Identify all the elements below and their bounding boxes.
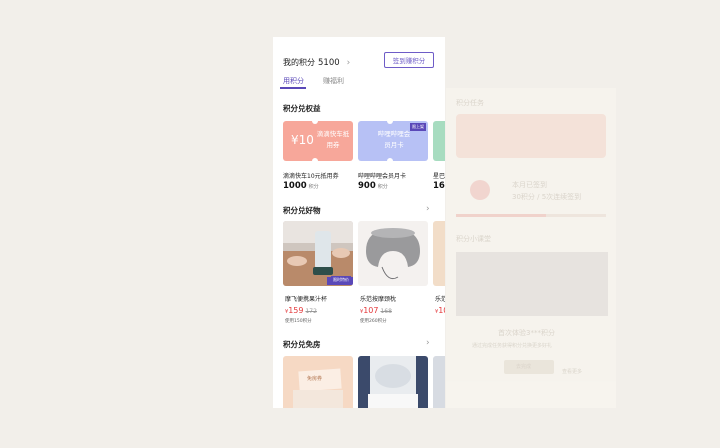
room-voucher-card[interactable]: 免房券 xyxy=(283,356,353,408)
bg-progress-bar xyxy=(456,214,606,217)
section-goods-title: 积分兑好物 xyxy=(283,206,321,215)
coupon-tag: 限上架 xyxy=(410,123,426,131)
bg-stat-2: 30积分 / 5次连续签到 xyxy=(512,193,582,201)
my-points[interactable]: 我的积分 5100 › xyxy=(283,57,350,68)
bg-photo xyxy=(456,252,608,316)
points-label: 我的积分 xyxy=(283,58,315,67)
product-price: ¥10 xyxy=(435,306,445,315)
coupon-starbucks[interactable] xyxy=(433,121,445,161)
chevron-right-icon[interactable]: › xyxy=(426,338,430,348)
product-badge: 限时特价 xyxy=(331,276,351,284)
room-voucher-label: 免房券 xyxy=(307,376,323,382)
bg-button-label: 去完成 xyxy=(516,364,532,370)
room-photo-card[interactable] xyxy=(358,356,428,408)
chevron-right-icon: › xyxy=(346,57,351,68)
coupon-points: 160 xyxy=(433,181,445,191)
coupon-face-text: 哔哩哔哩会员月卡 xyxy=(377,130,411,149)
bg-section-title: 积分小课堂 xyxy=(456,235,491,243)
coupon-points: 900 积分 xyxy=(358,181,388,191)
hotel-room-photo xyxy=(358,356,428,408)
section-rights-title: 积分兑权益 xyxy=(283,104,321,113)
bg-footer-2: 通过完成任务获得积分兑换更多好礼 xyxy=(472,343,553,349)
room-voucher-image xyxy=(283,356,353,408)
points-value: 5100 xyxy=(318,57,340,68)
product-image-juicer[interactable]: 限时特价 xyxy=(283,221,353,286)
tab-use-points[interactable]: 用积分 xyxy=(283,76,304,86)
bg-banner xyxy=(456,114,606,158)
tab-earn-benefits[interactable]: 赚福利 xyxy=(323,76,344,86)
coupon-name: 滴滴快车10元抵用券 xyxy=(283,173,339,180)
coupon-name: 星巴 xyxy=(433,173,445,180)
coupon-name: 哔哩哔哩会员月卡 xyxy=(358,173,407,180)
coupon-didi[interactable]: ¥10 滴滴快车抵用券 xyxy=(283,121,353,161)
product-price: ¥159 172 xyxy=(285,306,317,315)
room-photo-card[interactable] xyxy=(433,356,445,408)
coupon-bilibili[interactable]: 限上架 哔哩哔哩会员月卡 xyxy=(358,121,428,161)
coupon-points: 1000 积分 xyxy=(283,181,319,191)
bg-avatar xyxy=(470,180,490,200)
bg-link: 查看更多 xyxy=(562,369,583,375)
product-image-neck-pillow[interactable] xyxy=(358,221,428,286)
product-image-partial[interactable] xyxy=(433,221,445,286)
neck-pillow-photo xyxy=(358,221,428,286)
points-mall-screen: 我的积分 5100 › 签到赚积分 用积分 赚福利 积分兑权益 ¥10 滴滴快车… xyxy=(273,37,445,408)
bg-stat-1: 本月已签到 xyxy=(512,181,547,189)
product-use-points: 使用260积分 xyxy=(360,319,387,324)
product-price: ¥107 168 xyxy=(360,306,392,315)
product-use-points: 使用150积分 xyxy=(285,319,312,324)
sign-in-button[interactable]: 签到赚积分 xyxy=(384,52,434,68)
background-panel: 积分任务 本月已签到 30积分 / 5次连续签到 积分小课堂 首次体验3***积… xyxy=(446,88,616,408)
product-name: 乐范 xyxy=(435,296,445,303)
bg-panel-title: 积分任务 xyxy=(456,99,484,107)
bg-footer-1: 首次体验3***积分 xyxy=(498,329,555,337)
coupon-face-amount: ¥10 xyxy=(291,133,314,147)
chevron-right-icon[interactable]: › xyxy=(426,204,430,214)
product-name: 乐范按摩颈枕 xyxy=(360,296,397,303)
coupon-face-text: 滴滴快车抵用券 xyxy=(316,130,350,149)
section-rooms-title: 积分兑免房 xyxy=(283,340,321,349)
product-name: 摩飞便携果汁杯 xyxy=(285,296,328,303)
tab-indicator xyxy=(280,87,306,89)
